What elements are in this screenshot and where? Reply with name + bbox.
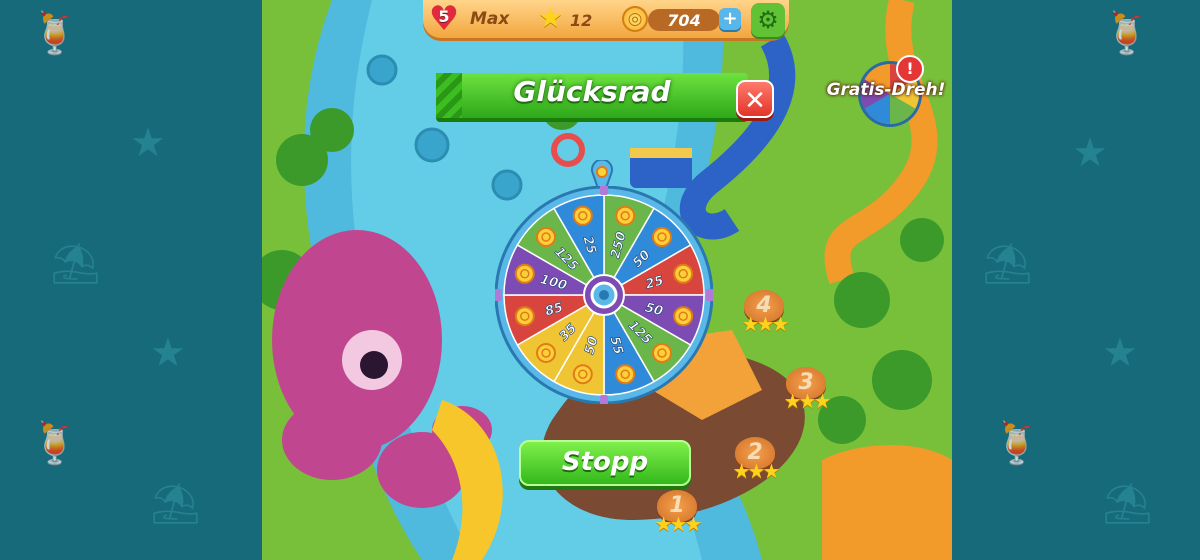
player-name: Max	[470, 9, 510, 29]
coin-icon	[536, 342, 557, 363]
starfish-icon: ★	[1102, 330, 1138, 376]
left-side-panel: 🍹 ★ ⛱ ★ 🍹 ⛱	[0, 0, 262, 560]
level-stars-icon: ★★★	[741, 312, 790, 336]
star-icon: ★	[538, 1, 564, 34]
coin-count: 704	[667, 11, 701, 30]
starfish-icon: ★	[130, 120, 166, 166]
star-count: 12	[570, 11, 593, 30]
umbrella-icon: ⛱	[1102, 481, 1153, 527]
coin-icon	[651, 342, 672, 363]
wheel-hub-dot	[599, 290, 609, 300]
fortune-wheel: 250 50 25 50 125 55 50 35 85 100 125 25	[494, 183, 714, 407]
cocktail-icon: 🍹	[30, 11, 80, 57]
cocktail-icon: 🍹	[30, 421, 80, 467]
level-stars-icon: ★★★	[783, 389, 832, 413]
umbrella-icon: ⛱	[982, 241, 1033, 287]
coin-icon	[615, 364, 636, 385]
starfish-icon: ★	[1072, 130, 1108, 176]
coin-icon	[572, 205, 593, 226]
add-coins-button[interactable]: +	[719, 8, 741, 30]
lives-count: 5	[438, 7, 450, 26]
dialog-title: Glücksrad	[513, 75, 671, 108]
coin-icon	[572, 364, 593, 385]
level-stars-icon: ★★★	[732, 459, 781, 483]
coin-icon	[615, 205, 636, 226]
coin-icon	[514, 263, 535, 284]
stop-button-label[interactable]: Stopp	[519, 447, 691, 477]
umbrella-icon: ⛱	[50, 241, 101, 287]
coin-icon	[673, 306, 694, 327]
cocktail-icon: 🍹	[1102, 11, 1152, 57]
cocktail-icon: 🍹	[992, 421, 1042, 467]
coin-icon	[673, 263, 694, 284]
rim-stud	[706, 289, 714, 301]
umbrella-icon: ⛱	[150, 481, 201, 527]
free-spin-label[interactable]: Gratis-Dreh!	[826, 80, 946, 100]
coin-icon	[651, 227, 672, 248]
rim-stud	[494, 289, 502, 301]
coin-icon: ◎	[622, 6, 648, 32]
right-side-panel: 🍹 ★ ⛱ ★ 🍹 ⛱	[952, 0, 1200, 560]
fortune-wheel-graphic: 250 5025501255550358510012525	[494, 183, 714, 407]
rim-stud	[600, 395, 608, 407]
close-button[interactable]: ✕	[736, 80, 774, 118]
coin-icon	[536, 227, 557, 248]
coin-icon	[514, 306, 535, 327]
settings-gear-icon[interactable]: ⚙	[751, 3, 785, 37]
level-stars-icon: ★★★	[654, 512, 703, 536]
free-spin-alert-badge: !	[896, 55, 924, 83]
rim-stud	[600, 183, 608, 195]
starfish-icon: ★	[150, 330, 186, 376]
